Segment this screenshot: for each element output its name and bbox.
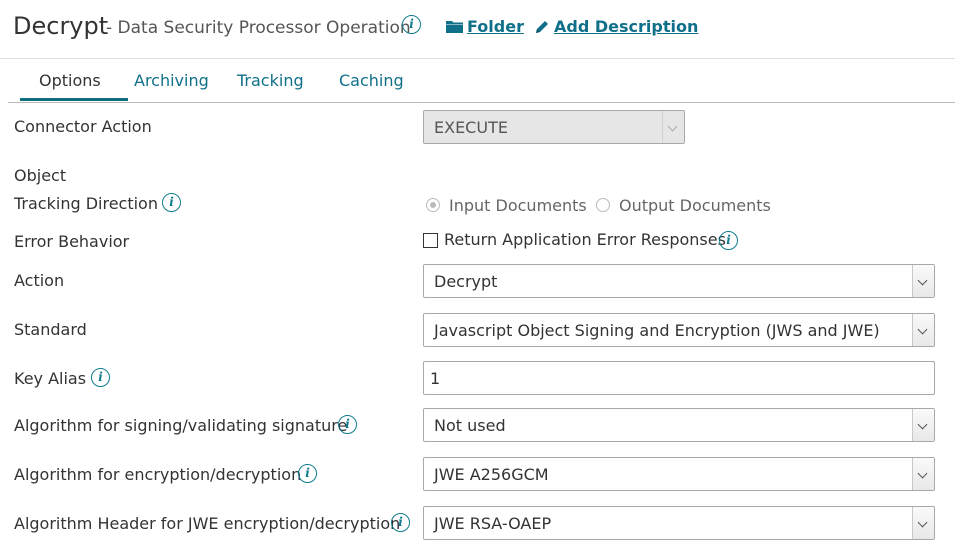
standard-value: Javascript Object Signing and Encryption… <box>434 321 880 340</box>
pencil-icon[interactable] <box>535 20 549 34</box>
connector-action-value: EXECUTE <box>434 118 508 137</box>
standard-label: Standard <box>14 320 87 339</box>
info-icon[interactable]: i <box>338 415 357 434</box>
action-select[interactable]: Decrypt <box>423 264 935 298</box>
info-icon[interactable]: i <box>162 193 181 212</box>
folder-link[interactable]: Folder <box>467 17 524 36</box>
page-title: Decrypt <box>13 12 109 40</box>
encryption-algorithm-select[interactable]: JWE A256GCM <box>423 457 935 491</box>
chevron-down-icon <box>662 111 684 143</box>
output-documents-label: Output Documents <box>619 196 771 215</box>
signing-algorithm-select[interactable]: Not used <box>423 408 935 442</box>
key-alias-label: Key Alias <box>14 369 87 388</box>
standard-select[interactable]: Javascript Object Signing and Encryption… <box>423 313 935 347</box>
header-algorithm-select[interactable]: JWE RSA-OAEP <box>423 506 935 540</box>
tab-archiving[interactable]: Archiving <box>134 71 209 90</box>
chevron-down-icon[interactable] <box>912 507 934 539</box>
active-tab-indicator <box>20 98 128 101</box>
input-documents-label: Input Documents <box>449 196 587 215</box>
info-icon[interactable]: i <box>91 368 110 387</box>
page-subtitle: - Data Security Processor Operation <box>106 18 411 38</box>
connector-action-label: Connector Action <box>14 117 152 136</box>
encryption-algorithm-value: JWE A256GCM <box>434 465 549 484</box>
info-icon[interactable]: i <box>402 15 421 34</box>
action-value: Decrypt <box>434 272 498 291</box>
key-alias-value: 1 <box>430 369 441 388</box>
info-icon[interactable]: i <box>391 513 410 532</box>
encryption-algorithm-label: Algorithm for encryption/decryption <box>14 465 302 484</box>
object-label: Object <box>14 166 67 185</box>
tab-caching[interactable]: Caching <box>339 71 404 90</box>
header-algorithm-label: Algorithm Header for JWE encryption/decr… <box>14 514 401 533</box>
connector-action-select: EXECUTE <box>423 110 685 144</box>
tracking-direction-label: Tracking Direction <box>14 194 158 213</box>
add-description-link[interactable]: Add Description <box>554 17 698 36</box>
page-header: Decrypt - Data Security Processor Operat… <box>0 0 955 59</box>
return-error-responses-label: Return Application Error Responses <box>444 230 726 249</box>
folder-icon[interactable] <box>446 20 463 33</box>
return-error-responses-checkbox[interactable] <box>423 233 438 248</box>
tab-options[interactable]: Options <box>39 71 101 90</box>
input-documents-radio <box>426 198 440 212</box>
chevron-down-icon[interactable] <box>912 458 934 490</box>
error-behavior-label: Error Behavior <box>14 232 130 251</box>
tab-bar: Options Archiving Tracking Caching <box>8 59 955 103</box>
output-documents-radio <box>596 198 610 212</box>
chevron-down-icon[interactable] <box>912 409 934 441</box>
key-alias-input[interactable]: 1 <box>423 361 935 395</box>
signing-algorithm-value: Not used <box>434 416 506 435</box>
signing-algorithm-label: Algorithm for signing/validating signatu… <box>14 416 348 435</box>
info-icon[interactable]: i <box>298 464 317 483</box>
chevron-down-icon[interactable] <box>912 265 934 297</box>
tab-tracking[interactable]: Tracking <box>237 71 304 90</box>
action-label: Action <box>14 271 65 290</box>
chevron-down-icon[interactable] <box>912 314 934 346</box>
info-icon[interactable]: i <box>719 231 738 250</box>
header-algorithm-value: JWE RSA-OAEP <box>434 514 552 533</box>
